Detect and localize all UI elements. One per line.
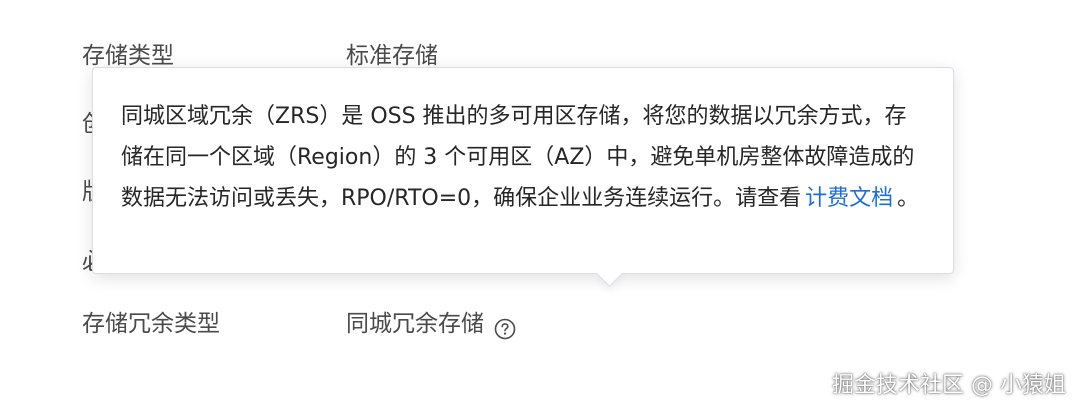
redundancy-help-popover: 同城区域冗余（ZRS）是 OSS 推出的多可用区存储，将您的数据以冗余方式，存储… (92, 67, 954, 287)
question-circle-icon[interactable] (494, 313, 516, 340)
billing-doc-link[interactable]: 计费文档 (805, 186, 893, 211)
redundancy-type-value: 同城冗余存储 (346, 311, 484, 337)
popover-description: 同城区域冗余（ZRS）是 OSS 推出的多可用区存储，将您的数据以冗余方式，存储… (121, 104, 915, 211)
popover-text: 同城区域冗余（ZRS）是 OSS 推出的多可用区存储，将您的数据以冗余方式，存储… (121, 96, 927, 219)
redundancy-type-value-wrap: 同城冗余存储 (346, 304, 516, 344)
popover-end-punct: 。 (897, 186, 920, 211)
popover-arrow (596, 260, 623, 287)
watermark: 掘金技术社区 @ 小猿姐 (832, 373, 1066, 398)
row-redundancy-type: 存储冗余类型 同城冗余存储 (82, 304, 982, 344)
redundancy-type-label: 存储冗余类型 (82, 311, 220, 337)
